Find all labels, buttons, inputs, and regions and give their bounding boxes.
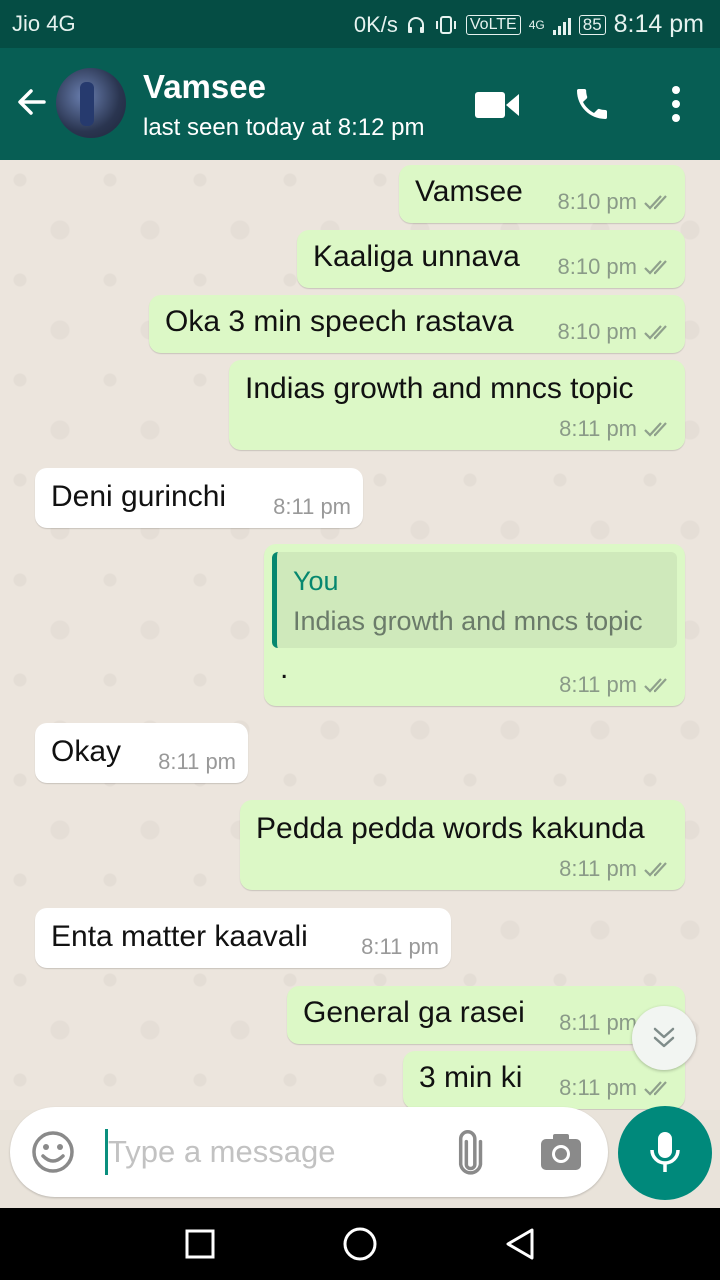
message-meta: 8:11 pm — [559, 416, 673, 442]
message-outgoing[interactable]: Vamsee 8:10 pm — [399, 165, 685, 223]
emoji-icon[interactable] — [30, 1129, 76, 1175]
scroll-to-bottom-button[interactable] — [632, 1006, 696, 1070]
status-right: 0K/s VoLTE 4G 85 8:14 pm — [354, 10, 704, 39]
message-text: 3 min ki — [419, 1061, 523, 1094]
quoted-text: Indias growth and mncs topic — [293, 606, 643, 636]
system-nav-bar — [0, 1208, 720, 1280]
message-composer[interactable]: Type a message — [10, 1107, 608, 1197]
headphones-icon — [407, 16, 424, 33]
message-text: Vamsee — [415, 175, 523, 208]
message-time: 8:11 pm — [559, 672, 637, 697]
message-meta: 8:11 pm — [559, 856, 673, 882]
message-time: 8:11 pm — [273, 494, 351, 519]
double-check-icon — [644, 422, 667, 437]
phone-icon[interactable] — [572, 84, 612, 124]
camera-icon[interactable] — [540, 1133, 582, 1171]
message-text: Pedda pedda words kakunda — [256, 812, 645, 845]
message-text: General ga rasei — [303, 996, 525, 1029]
message-text: Indias growth and mncs topic — [245, 372, 634, 405]
mic-button[interactable] — [618, 1106, 712, 1200]
message-incoming[interactable]: Deni gurinchi 8:11 pm — [35, 468, 363, 528]
message-time: 8:11 pm — [559, 416, 637, 441]
paperclip-icon[interactable] — [448, 1129, 496, 1177]
double-check-icon — [644, 325, 667, 340]
message-text: Kaaliga unnava — [313, 240, 520, 273]
message-meta: 8:11 pm — [559, 672, 673, 698]
volte-badge: VoLTE — [465, 14, 521, 35]
message-time: 8:11 pm — [559, 1010, 637, 1035]
quoted-author: You — [293, 566, 339, 596]
message-incoming[interactable]: Okay 8:11 pm — [35, 723, 248, 783]
avatar[interactable] — [56, 68, 126, 138]
message-time: 8:10 pm — [557, 189, 638, 214]
status-bar: Jio 4G 0K/s VoLTE 4G 85 8:14 pm — [0, 0, 720, 48]
message-time: 8:11 pm — [158, 749, 236, 774]
contact-name[interactable]: Vamsee — [143, 68, 266, 106]
message-input[interactable]: Type a message — [108, 1134, 335, 1170]
arrow-left-icon[interactable] — [14, 84, 50, 120]
message-outgoing[interactable]: Pedda pedda words kakunda 8:11 pm — [240, 800, 685, 890]
vibrate-icon — [435, 15, 456, 34]
double-check-icon — [644, 862, 667, 877]
message-incoming[interactable]: Enta matter kaavali 8:11 pm — [35, 908, 451, 968]
message-time: 8:11 pm — [361, 934, 439, 959]
quoted-message[interactable]: You Indias growth and mncs topic — [272, 552, 677, 648]
double-check-icon — [644, 195, 667, 210]
message-list[interactable]: Vamsee 8:10 pm Kaaliga unnava 8:10 pm Ok… — [0, 160, 720, 1110]
microphone-icon — [650, 1132, 680, 1172]
home-icon[interactable] — [342, 1226, 378, 1262]
signal-icon — [552, 15, 571, 35]
message-text: Deni gurinchi — [51, 480, 227, 513]
message-meta: 8:10 pm — [558, 319, 674, 345]
message-text: Enta matter kaavali — [51, 920, 308, 953]
message-outgoing-reply[interactable]: You Indias growth and mncs topic . 8:11 … — [264, 544, 685, 706]
double-check-icon — [644, 260, 667, 275]
clock: 8:14 pm — [613, 10, 704, 38]
message-text: Oka 3 min speech rastava — [165, 305, 514, 338]
video-camera-icon[interactable] — [474, 90, 520, 120]
message-meta: 8:10 pm — [558, 189, 674, 215]
network-type: 4G — [528, 17, 545, 32]
chevron-double-down-icon — [653, 1027, 675, 1048]
message-text: Okay — [51, 735, 122, 768]
last-seen-status: last seen today at 8:12 pm — [143, 114, 425, 141]
carrier-label: Jio 4G — [12, 11, 76, 36]
back-nav-icon[interactable] — [502, 1226, 538, 1262]
message-meta: 8:10 pm — [558, 254, 674, 280]
chat-header: Vamsee last seen today at 8:12 pm — [0, 48, 720, 160]
message-meta: 8:11 pm — [273, 494, 351, 520]
message-outgoing[interactable]: General ga rasei 8:11 pm — [287, 986, 685, 1044]
message-meta: 8:11 pm — [559, 1075, 673, 1101]
message-time: 8:10 pm — [557, 254, 638, 279]
recents-icon[interactable] — [184, 1226, 216, 1262]
message-meta: 8:11 pm — [361, 934, 439, 960]
message-outgoing[interactable]: Indias growth and mncs topic 8:11 pm — [229, 360, 685, 450]
message-time: 8:11 pm — [559, 856, 637, 881]
double-check-icon — [644, 1081, 667, 1096]
message-text: . — [280, 652, 289, 685]
message-time: 8:11 pm — [559, 1075, 637, 1100]
message-meta: 8:11 pm — [158, 749, 236, 775]
message-time: 8:10 pm — [557, 319, 638, 344]
more-vert-icon[interactable] — [664, 84, 688, 124]
battery-icon: 85 — [578, 14, 606, 35]
network-speed: 0K/s — [353, 11, 398, 37]
message-outgoing[interactable]: Oka 3 min speech rastava 8:10 pm — [149, 295, 685, 353]
double-check-icon — [644, 678, 667, 693]
message-outgoing[interactable]: Kaaliga unnava 8:10 pm — [297, 230, 685, 288]
